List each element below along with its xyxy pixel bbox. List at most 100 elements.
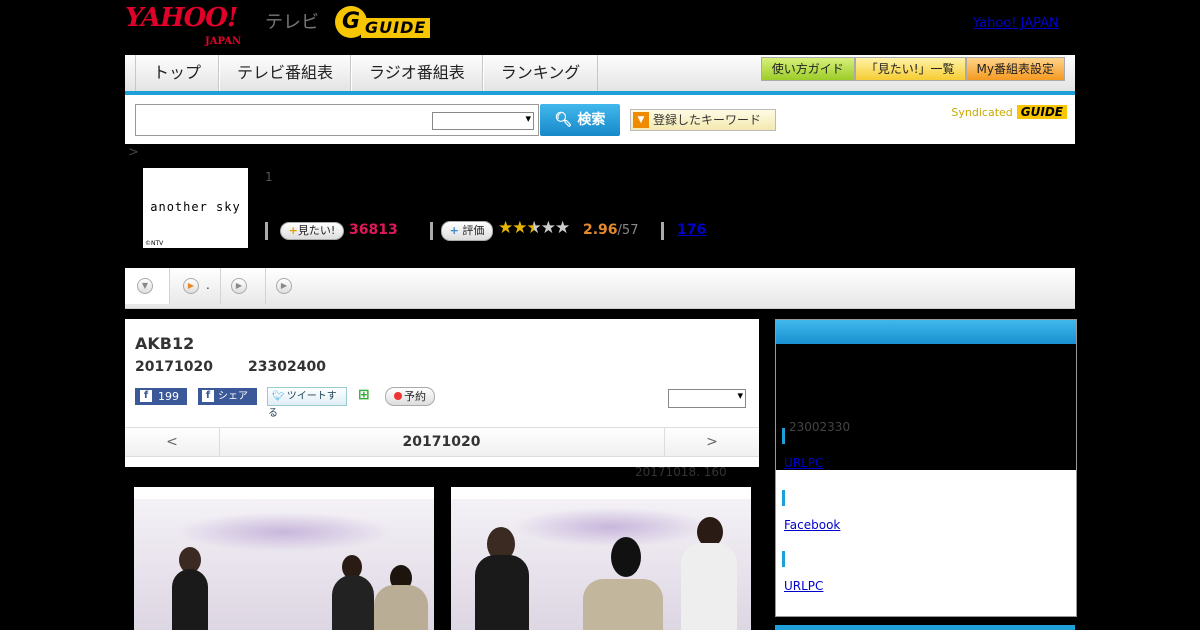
sidebar-dark-block: 23002330 URLPC — [776, 344, 1076, 470]
program-subnav: ▼ ▶ . ▶ ▶ — [125, 268, 1075, 309]
search-bar: 🔍︎ 検索 ▼ 登録したキーワード SyndicatedGUIDE — [125, 95, 1075, 144]
sidebar-time: 23002330 — [789, 420, 851, 434]
sidebar-link-url-pc[interactable]: URLPC — [784, 456, 823, 470]
subnav-item-1[interactable]: ▼ — [125, 268, 170, 304]
reserve-label: 予約 — [404, 390, 426, 403]
gguide-text: GUIDE — [361, 18, 431, 38]
yahoo-japan-link[interactable]: Yahoo! JAPAN — [973, 16, 1059, 31]
star-icon: ★ — [540, 218, 556, 238]
tab-radio-schedule[interactable]: ラジオ番組表 — [351, 55, 483, 91]
device-select[interactable] — [668, 389, 746, 408]
score-total: /57 — [617, 223, 639, 238]
facebook-share-button[interactable]: f シェア — [198, 388, 257, 405]
update-note: 20171018. 160 — [635, 465, 727, 479]
facebook-icon: f — [140, 390, 152, 402]
facebook-icon: f — [202, 390, 214, 402]
facebook-like-count: 199 — [158, 390, 179, 403]
sidebar-bar — [782, 428, 785, 444]
subnav-item-4[interactable]: ▶ — [266, 268, 296, 304]
person-body — [374, 585, 428, 630]
review-count-link[interactable]: 176 — [677, 222, 706, 238]
current-date: 20171020 — [402, 434, 481, 450]
person-body — [583, 579, 663, 630]
program-detail-panel: AKB12 20171020 23302400 f 199 f シェア 🐦︎ ツイート… — [125, 319, 759, 467]
mitai-count: 36813 — [349, 222, 398, 238]
play-icon: ▶ — [276, 278, 292, 294]
previous-date-button[interactable]: < — [125, 428, 220, 456]
facebook-share-label: シェア — [218, 391, 248, 402]
breadcrumb[interactable]: > — [128, 145, 139, 160]
photo-light — [511, 507, 711, 547]
sidebar-bar — [782, 551, 785, 567]
next-date-button[interactable]: > — [664, 428, 759, 456]
my-schedule-settings-button[interactable]: My番組表設定 — [965, 57, 1065, 81]
star-icon: ★ — [555, 218, 570, 238]
program-thumbnail[interactable]: another sky ©NTV — [143, 168, 248, 248]
nav-tabs: トップ テレビ番組表 ラジオ番組表 ランキング — [135, 55, 599, 91]
program-photo[interactable] — [134, 487, 434, 630]
star-rating: ★★★★★ — [498, 218, 570, 238]
tab-ranking[interactable]: ランキング — [482, 55, 599, 91]
tv-label: テレビ — [265, 12, 319, 33]
sidebar-next-header — [775, 625, 1075, 630]
play-icon: ▶ — [183, 278, 199, 294]
reserve-button[interactable]: 予約 — [385, 387, 435, 406]
average-score: 2.96/57 — [583, 222, 638, 238]
yahoo-japan-logo[interactable]: YAHOO! JAPAN — [125, 5, 241, 47]
play-icon: ▶ — [231, 278, 247, 294]
tweet-button[interactable]: 🐦︎ ツイートする — [267, 387, 347, 419]
plus-icon: + — [449, 224, 459, 237]
episode-number: 1 — [265, 170, 273, 184]
tab-top[interactable]: トップ — [135, 55, 220, 91]
thumbnail-title: another sky — [150, 200, 241, 214]
broadcast-time: 23302400 — [248, 359, 326, 375]
subnav-item-2-label: . — [206, 278, 210, 292]
rate-button[interactable]: + 評価 — [441, 221, 493, 241]
search-icon: 🔍︎ — [554, 112, 573, 128]
divider — [661, 222, 664, 240]
chevron-down-icon: ▼ — [137, 278, 153, 294]
sidebar-link-facebook[interactable]: Facebook — [784, 518, 840, 532]
registered-keywords-label: 登録したキーワード — [653, 113, 762, 127]
mitai-list-button[interactable]: 「見たい!」一覧 — [854, 57, 966, 81]
gguide-logo[interactable]: G GUIDE — [335, 6, 431, 40]
search-button[interactable]: 🔍︎ 検索 — [540, 104, 620, 136]
divider — [430, 222, 433, 240]
star-icon: ★ — [512, 218, 527, 238]
tab-tv-schedule[interactable]: テレビ番組表 — [219, 55, 352, 91]
search-category-select[interactable] — [432, 112, 534, 130]
usage-guide-button[interactable]: 使い方ガイド — [760, 57, 855, 81]
sidebar-link-url-pc-2[interactable]: URLPC — [784, 579, 823, 593]
person-body — [475, 555, 529, 630]
mitai-label: 見たい! — [297, 224, 336, 237]
program-title: AKB12 — [135, 334, 195, 353]
syndicated-gguide-logo: Syndicated GUIDE — [951, 105, 1067, 119]
registered-keywords-button[interactable]: ▼ 登録したキーワード — [630, 109, 776, 131]
half-star-icon: ★ — [526, 218, 542, 238]
mitai-button[interactable]: +見たい! — [280, 222, 344, 240]
nav-buttons: 使い方ガイド 「見たい!」一覧 My番組表設定 — [760, 57, 1065, 81]
facebook-like-button[interactable]: f 199 — [135, 388, 187, 405]
sidebar-bar — [782, 490, 785, 506]
star-icon: ★ — [498, 218, 513, 238]
dropdown-arrow-icon: ▼ — [633, 112, 649, 128]
program-photo[interactable] — [451, 487, 751, 630]
person-head — [611, 537, 641, 577]
subnav-item-3[interactable]: ▶ — [221, 268, 266, 304]
date-navigator: < 20171020 > — [125, 427, 759, 457]
japan-logo-text: JAPAN — [205, 36, 242, 47]
broadcast-date: 20171020 — [135, 359, 213, 375]
site-header: YAHOO! JAPAN テレビ G GUIDE Yahoo! JAPAN — [125, 0, 1075, 52]
syndicated-logo-text: GUIDE — [1016, 105, 1067, 119]
person-body — [332, 575, 374, 630]
main-nav: トップ テレビ番組表 ラジオ番組表 ランキング 使い方ガイド 「見たい!」一覧 … — [125, 55, 1075, 95]
sidebar-header — [776, 320, 1076, 344]
divider — [265, 222, 268, 240]
add-calendar-icon[interactable]: ⊞ — [358, 388, 372, 402]
score-value: 2.96 — [583, 222, 618, 238]
sidebar-panel: 23002330 URLPC Facebook URLPC — [775, 319, 1077, 617]
subnav-item-2[interactable]: ▶ . — [170, 268, 221, 304]
twitter-bird-icon: 🐦︎ — [272, 391, 285, 402]
photo-light — [174, 512, 394, 552]
plus-icon: + — [288, 224, 298, 237]
